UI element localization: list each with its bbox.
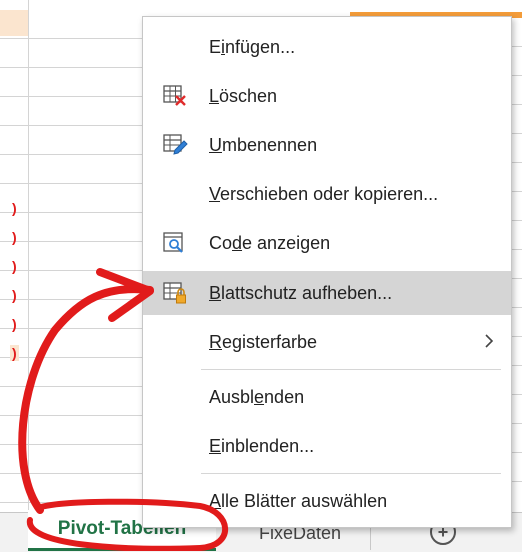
cell-marker: ): [10, 345, 19, 361]
cell-marker: ): [12, 258, 17, 274]
menu-item-alle-blaetter-auswaehlen[interactable]: Alle Blätter auswählen: [143, 479, 511, 523]
menu-item-einblenden[interactable]: Einblenden...: [143, 424, 511, 468]
column-divider: [28, 0, 29, 510]
unprotect-sheet-icon: [163, 282, 186, 304]
menu-separator: [201, 369, 501, 370]
selected-row-highlight: [0, 10, 28, 36]
menu-item-verschieben[interactable]: Verschieben oder kopieren...: [143, 172, 511, 216]
menu-item-label: Alle Blätter auswählen: [209, 491, 387, 512]
menu-item-label: Code anzeigen: [209, 233, 330, 254]
cell-marker: ): [12, 229, 17, 245]
label-part: egisterfarbe: [222, 331, 318, 352]
access-key: B: [209, 282, 222, 303]
menu-item-label: Einfügen...: [209, 37, 295, 58]
label-part: Ausbl: [209, 386, 255, 407]
menu-item-code-anzeigen[interactable]: Code anzeigen: [143, 221, 511, 265]
menu-separator: [201, 473, 501, 474]
menu-item-label: Registerfarbe: [209, 332, 317, 353]
label-part: Co: [209, 232, 233, 253]
access-key: R: [209, 331, 222, 352]
menu-item-blattschutz-aufheben[interactable]: Blattschutz aufheben...: [143, 271, 511, 315]
menu-item-label: Verschieben oder kopieren...: [209, 184, 438, 205]
menu-item-einfuegen[interactable]: Einfügen...: [143, 25, 511, 69]
menu-item-label: Ausblenden: [209, 387, 304, 408]
cell-marker: ): [12, 316, 17, 332]
menu-item-ausblenden[interactable]: Ausblenden: [143, 375, 511, 419]
label-part: E: [209, 36, 222, 57]
access-key: e: [254, 386, 265, 407]
access-key: L: [209, 85, 220, 106]
sheet-context-menu: Einfügen... Löschen Umbenennen Verschieb…: [142, 16, 512, 528]
label-part: nfügen...: [225, 36, 296, 57]
label-part: lattschutz aufheben...: [221, 282, 393, 303]
menu-item-label: Blattschutz aufheben...: [209, 283, 392, 304]
label-part: mbenennen: [222, 134, 318, 155]
label-part: e anzeigen: [242, 232, 331, 253]
menu-item-label: Umbenennen: [209, 135, 317, 156]
menu-item-loeschen[interactable]: Löschen: [143, 74, 511, 118]
access-key: E: [209, 435, 222, 456]
menu-item-label: Löschen: [209, 86, 277, 107]
rename-sheet-icon: [163, 134, 188, 155]
chevron-right-icon: [485, 334, 494, 348]
label-part: inblenden...: [221, 435, 315, 456]
worksheet-grid: [0, 0, 150, 510]
delete-sheet-icon: [163, 85, 186, 106]
view-code-icon: [163, 232, 183, 253]
access-key: d: [232, 232, 243, 253]
access-key: V: [209, 183, 221, 204]
label-part: lle Blätter auswählen: [221, 490, 388, 511]
cell-marker: ): [12, 287, 17, 303]
menu-item-umbenennen[interactable]: Umbenennen: [143, 123, 511, 167]
label-part: erschieben oder kopieren...: [220, 183, 439, 204]
label-part: nden: [264, 386, 305, 407]
access-key: A: [209, 490, 222, 511]
menu-item-label: Einblenden...: [209, 436, 314, 457]
cell-marker: ): [12, 200, 17, 216]
menu-item-registerfarbe[interactable]: Registerfarbe: [143, 320, 511, 364]
access-key: U: [209, 134, 222, 155]
label-part: öschen: [219, 85, 278, 106]
